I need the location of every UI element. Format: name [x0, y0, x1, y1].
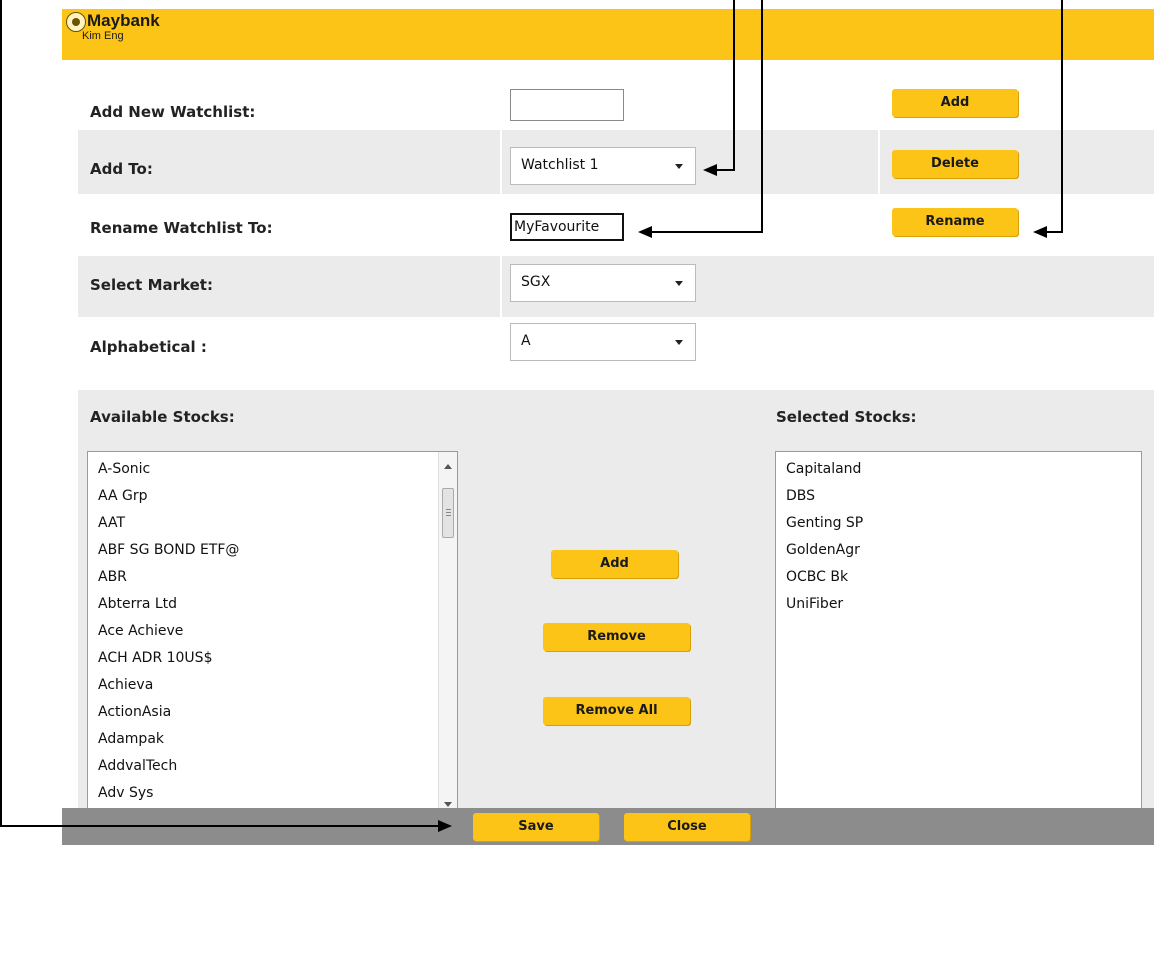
list-item[interactable]: Capitaland [786, 461, 861, 477]
list-item[interactable]: ABR [98, 569, 127, 585]
chevron-down-icon [675, 281, 683, 286]
rename-watchlist-label: Rename Watchlist To: [90, 219, 273, 237]
add-to-value: Watchlist 1 [521, 157, 599, 173]
callout-line [1047, 231, 1063, 233]
selected-stocks-list[interactable]: Capitaland DBS Genting SP GoldenAgr OCBC… [775, 451, 1142, 820]
alphabetical-select[interactable]: A [510, 323, 696, 361]
available-stocks-list[interactable]: A-Sonic AA Grp AAT ABF SG BOND ETF@ ABR … [87, 451, 458, 820]
add-to-label: Add To: [90, 160, 153, 178]
list-item[interactable]: Adv Sys [98, 785, 153, 801]
remove-all-stocks-button[interactable]: Remove All [543, 697, 690, 725]
available-list-scrollbar[interactable] [438, 452, 457, 819]
list-item[interactable]: OCBC Bk [786, 569, 848, 585]
arrow-left-icon [1033, 226, 1047, 238]
list-item[interactable]: Adampak [98, 731, 164, 747]
select-market-label: Select Market: [90, 276, 213, 294]
available-stocks-label: Available Stocks: [90, 408, 235, 426]
rename-watchlist-button[interactable]: Rename [892, 208, 1018, 236]
callout-line [733, 0, 735, 170]
list-item[interactable]: Abterra Ltd [98, 596, 177, 612]
remove-stock-button[interactable]: Remove [543, 623, 690, 651]
save-button[interactable]: Save [473, 813, 599, 841]
new-watchlist-input[interactable] [510, 89, 624, 121]
list-item[interactable]: GoldenAgr [786, 542, 860, 558]
list-item[interactable]: Ace Achieve [98, 623, 183, 639]
add-new-watchlist-label: Add New Watchlist: [90, 103, 256, 121]
list-item[interactable]: ActionAsia [98, 704, 171, 720]
delete-watchlist-button[interactable]: Delete [892, 150, 1018, 178]
add-watchlist-button[interactable]: Add [892, 89, 1018, 117]
list-item[interactable]: AA Grp [98, 488, 148, 504]
logo-brand-name: Maybank [87, 11, 160, 30]
list-item[interactable]: A-Sonic [98, 461, 150, 477]
close-button[interactable]: Close [624, 813, 750, 841]
list-item[interactable]: Achieva [98, 677, 153, 693]
list-item[interactable]: UniFiber [786, 596, 843, 612]
callout-line [761, 0, 763, 232]
chevron-down-icon [675, 164, 683, 169]
arrow-left-icon [703, 164, 717, 176]
callout-line [652, 231, 763, 233]
arrow-right-icon [438, 820, 452, 832]
tiger-emblem-icon [66, 12, 86, 32]
market-select[interactable]: SGX [510, 264, 696, 302]
callout-line [717, 169, 735, 171]
list-item[interactable]: ABF SG BOND ETF@ [98, 542, 239, 558]
add-stock-button[interactable]: Add [551, 550, 678, 578]
column-divider [878, 66, 880, 254]
add-to-select[interactable]: Watchlist 1 [510, 147, 696, 185]
list-item[interactable]: Genting SP [786, 515, 863, 531]
market-value: SGX [521, 274, 551, 290]
chevron-down-icon [675, 340, 683, 345]
scroll-thumb[interactable] [442, 488, 454, 538]
callout-line [1061, 0, 1063, 232]
list-item[interactable]: AAT [98, 515, 125, 531]
logo-sub-name: Kim Eng [82, 30, 124, 42]
selected-stocks-label: Selected Stocks: [776, 408, 917, 426]
alphabetical-label: Alphabetical : [90, 338, 207, 356]
header-bar [62, 9, 1154, 60]
list-item[interactable]: DBS [786, 488, 815, 504]
callout-line [0, 0, 2, 826]
list-item[interactable]: ACH ADR 10US$ [98, 650, 212, 666]
callout-line [0, 825, 440, 827]
rename-watchlist-input[interactable] [510, 213, 624, 241]
scroll-down-icon[interactable] [444, 802, 452, 807]
column-divider [500, 66, 502, 372]
scroll-up-icon[interactable] [444, 464, 452, 469]
list-item[interactable]: AddvalTech [98, 758, 177, 774]
alphabetical-value: A [521, 333, 531, 349]
arrow-left-icon [638, 226, 652, 238]
